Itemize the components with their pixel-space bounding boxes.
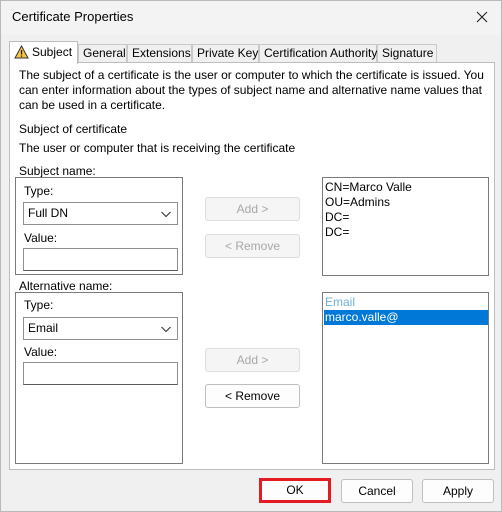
list-header-email: Email (325, 295, 356, 309)
list-item[interactable]: DC= (325, 225, 349, 240)
chevron-down-icon (161, 326, 171, 333)
close-button[interactable] (464, 3, 500, 31)
tab-general-label: General (83, 46, 126, 60)
close-icon (476, 11, 488, 23)
alternative-name-group: Type: Email Value: (15, 292, 183, 464)
tab-extensions-label: Extensions (132, 46, 191, 60)
tab-subject[interactable]: Subject (9, 41, 78, 64)
list-item-selected[interactable]: marco.valle@ (324, 310, 488, 325)
list-item[interactable]: OU=Admins (325, 195, 390, 210)
subject-add-button[interactable]: Add > (205, 197, 300, 221)
subject-tab-panel: The subject of a certificate is the user… (9, 62, 495, 470)
tab-general[interactable]: General (78, 44, 127, 63)
cancel-button[interactable]: Cancel (341, 479, 413, 503)
tab-certification-authority-label: Certification Authority (264, 46, 378, 60)
window-title: Certificate Properties (12, 9, 134, 24)
tab-signature-label: Signature (382, 46, 434, 60)
subject-of-certificate-heading: Subject of certificate (19, 122, 128, 136)
subject-name-label: Subject name: (19, 164, 96, 178)
alternative-type-value: Email (28, 321, 59, 335)
ok-highlight-box (259, 478, 331, 503)
list-item[interactable]: DC= (325, 210, 349, 225)
subject-value-label: Value: (24, 231, 58, 245)
tab-extensions[interactable]: Extensions (127, 44, 192, 63)
alternative-type-label: Type: (24, 298, 54, 312)
tab-private-key-label: Private Key (197, 46, 259, 60)
warning-icon (14, 45, 29, 59)
title-bar: Certificate Properties (1, 1, 501, 35)
subject-name-list[interactable]: CN=Marco Valle OU=Admins DC= DC= (322, 177, 489, 276)
tab-certification-authority[interactable]: Certification Authority (259, 44, 377, 63)
alternative-name-list[interactable]: Email marco.valle@ (322, 292, 489, 464)
chevron-down-icon (161, 211, 171, 218)
alternative-type-dropdown[interactable]: Email (23, 317, 178, 340)
tab-strip: Subject General Extensions Private Key C… (9, 41, 495, 64)
alternative-name-label: Alternative name: (19, 279, 113, 293)
certificate-properties-dialog: Certificate Properties Subject General E… (0, 0, 502, 512)
alternative-value-label: Value: (24, 345, 58, 359)
subject-description: The user or computer that is receiving t… (19, 141, 296, 155)
subject-type-dropdown[interactable]: Full DN (23, 202, 178, 225)
alternative-add-button[interactable]: Add > (205, 348, 300, 372)
subject-name-group: Type: Full DN Value: (15, 177, 183, 275)
alternative-value-input[interactable] (23, 362, 178, 385)
subject-remove-button[interactable]: < Remove (205, 234, 300, 258)
subject-type-label: Type: (24, 184, 54, 198)
tab-signature[interactable]: Signature (377, 44, 437, 63)
list-item[interactable]: CN=Marco Valle (325, 180, 412, 195)
subject-type-value: Full DN (28, 206, 69, 220)
tab-private-key[interactable]: Private Key (192, 44, 259, 63)
tab-subject-label: Subject (32, 45, 73, 59)
apply-button[interactable]: Apply (422, 479, 494, 503)
subject-value-input[interactable] (23, 248, 178, 271)
intro-text: The subject of a certificate is the user… (19, 68, 484, 112)
alternative-remove-button[interactable]: < Remove (205, 384, 300, 408)
